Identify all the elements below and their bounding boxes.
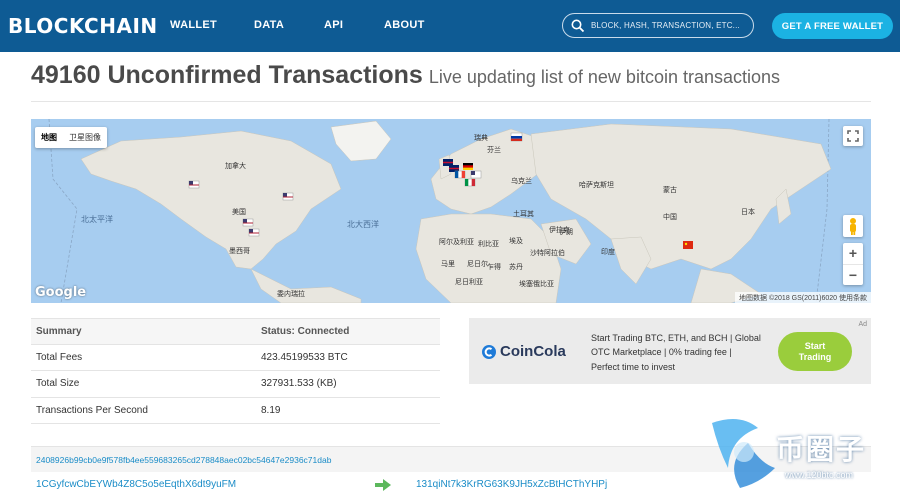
fullscreen-icon bbox=[847, 130, 859, 142]
map-label-chad: 乍得 bbox=[487, 264, 501, 271]
zoom-out-button[interactable]: − bbox=[843, 264, 863, 285]
table-row: Total Size 327931.533 (KB) bbox=[31, 371, 440, 398]
tx-output-address[interactable]: 131qiNt7k3KrRG63K9JH5xZcBtHCThYHPj bbox=[416, 479, 607, 490]
get-free-wallet-button[interactable]: GET A FREE WALLET bbox=[772, 13, 893, 39]
watermark-url: www.120btc.com bbox=[785, 470, 854, 480]
map-label-china: 中国 bbox=[663, 214, 677, 221]
coincola-ad-banner[interactable]: Ad CoinCola Start Trading BTC, ETH, and … bbox=[469, 318, 871, 384]
row-value-total-size: 327931.533 (KB) bbox=[261, 378, 337, 390]
coincola-brand: CoinCola bbox=[500, 343, 566, 360]
page-subtitle: Live updating list of new bitcoin transa… bbox=[428, 67, 781, 87]
map-label-north-atlantic: 北大西洋 bbox=[347, 220, 379, 229]
map-label-egypt: 埃及 bbox=[509, 238, 523, 245]
search-box[interactable] bbox=[562, 13, 754, 38]
ad-info-icon bbox=[859, 322, 868, 331]
zoom-control: + − bbox=[843, 243, 863, 285]
map-label-mali: 马里 bbox=[441, 261, 455, 268]
table-row: Transactions Per Second 8.19 bbox=[31, 398, 440, 424]
map-type-map-button[interactable]: 地图 bbox=[35, 127, 63, 148]
transaction-hash-link[interactable]: 2408926b99cb0e9f578fb4ee559683265cd27884… bbox=[36, 455, 331, 465]
row-value-total-fees: 423.45199533 BTC bbox=[261, 351, 348, 363]
arrow-right-icon bbox=[375, 479, 391, 491]
tx-input-address[interactable]: 1CGyfcwCbEYWb4Z8C5o5eEqthX6dt9yuFM bbox=[36, 479, 236, 490]
map-label-mongolia: 蒙古 bbox=[663, 187, 677, 194]
map-label-saudi: 沙特阿拉伯 bbox=[530, 250, 565, 257]
watermark-text: 币圈子 bbox=[776, 433, 867, 466]
page-heading: 49160 Unconfirmed Transactions Live updat… bbox=[31, 61, 780, 90]
row-label-total-size: Total Size bbox=[36, 378, 80, 390]
row-label-tps: Transactions Per Second bbox=[36, 404, 148, 416]
nav-link-about[interactable]: ABOUT bbox=[384, 19, 425, 31]
transaction-map[interactable]: 加拿大 美国 墨西哥 北太平洋 北大西洋 阿尔及利亚 利比亚 埃及 马里 尼日尔… bbox=[31, 119, 871, 303]
map-label-kazakhstan: 哈萨克斯坦 bbox=[579, 182, 614, 189]
map-label-mexico: 墨西哥 bbox=[229, 248, 250, 255]
start-trading-label: Start Trading bbox=[798, 340, 832, 362]
top-navbar: BLOCKCHAIN WALLET DATA API ABOUT GET A F… bbox=[0, 0, 900, 52]
street-view-pegman[interactable] bbox=[843, 215, 863, 237]
nav-link-wallet[interactable]: WALLET bbox=[170, 19, 217, 31]
map-label-sudan: 苏丹 bbox=[509, 264, 523, 271]
summary-header-row: Summary Status: Connected bbox=[31, 318, 440, 345]
map-label-libya: 利比亚 bbox=[478, 241, 499, 248]
zoom-in-button[interactable]: + bbox=[843, 243, 863, 264]
map-label-nigeria: 尼日利亚 bbox=[455, 279, 483, 286]
map-label-venezuela: 委内瑞拉 bbox=[277, 291, 305, 298]
coincola-logo-icon bbox=[482, 344, 496, 359]
row-label-total-fees: Total Fees bbox=[36, 351, 83, 363]
map-label-ukraine: 乌克兰 bbox=[511, 178, 532, 185]
map-label-japan: 日本 bbox=[741, 209, 755, 216]
map-label-niger: 尼日尔 bbox=[467, 261, 488, 268]
fullscreen-button[interactable] bbox=[843, 126, 863, 146]
map-label-north-pacific: 北太平洋 bbox=[81, 215, 113, 224]
pegman-icon bbox=[850, 218, 856, 235]
page-title: 49160 Unconfirmed Transactions bbox=[31, 61, 423, 89]
heading-divider bbox=[31, 101, 871, 102]
map-label-canada: 加拿大 bbox=[225, 163, 246, 170]
search-icon bbox=[571, 19, 585, 32]
brand-logo[interactable]: BLOCKCHAIN bbox=[8, 14, 158, 38]
map-label-finland: 芬兰 bbox=[487, 147, 501, 154]
map-label-ethiopia: 埃塞俄比亚 bbox=[519, 281, 554, 288]
map-attribution[interactable]: 地图数据 ©2018 GS(2011)6020 使用条款 bbox=[735, 292, 871, 303]
search-input[interactable] bbox=[591, 21, 741, 30]
map-type-control: 地图 卫星图像 bbox=[35, 127, 107, 148]
map-label-iraq: 伊拉克 bbox=[549, 227, 570, 234]
coincola-logo: CoinCola bbox=[481, 343, 566, 360]
nav-link-api[interactable]: API bbox=[324, 19, 343, 31]
row-value-tps: 8.19 bbox=[261, 404, 281, 416]
google-logo: Google bbox=[35, 285, 87, 300]
nav-link-data[interactable]: DATA bbox=[254, 19, 284, 31]
map-label-usa: 美国 bbox=[232, 209, 246, 216]
map-type-satellite-button[interactable]: 卫星图像 bbox=[63, 127, 107, 148]
map-label-sweden: 瑞典 bbox=[474, 135, 488, 142]
map-label-turkey: 土耳其 bbox=[513, 211, 534, 218]
summary-table: Summary Status: Connected Total Fees 423… bbox=[31, 318, 440, 424]
map-label-india: 印度 bbox=[601, 249, 615, 256]
ad-copy: Start Trading BTC, ETH, and BCH | Global… bbox=[591, 333, 761, 372]
table-row: Total Fees 423.45199533 BTC bbox=[31, 345, 440, 371]
summary-header-label: Summary bbox=[36, 325, 82, 337]
start-trading-button[interactable]: Start Trading bbox=[778, 332, 852, 371]
connection-status: Status: Connected bbox=[261, 325, 350, 337]
map-label-algeria: 阿尔及利亚 bbox=[439, 239, 474, 246]
